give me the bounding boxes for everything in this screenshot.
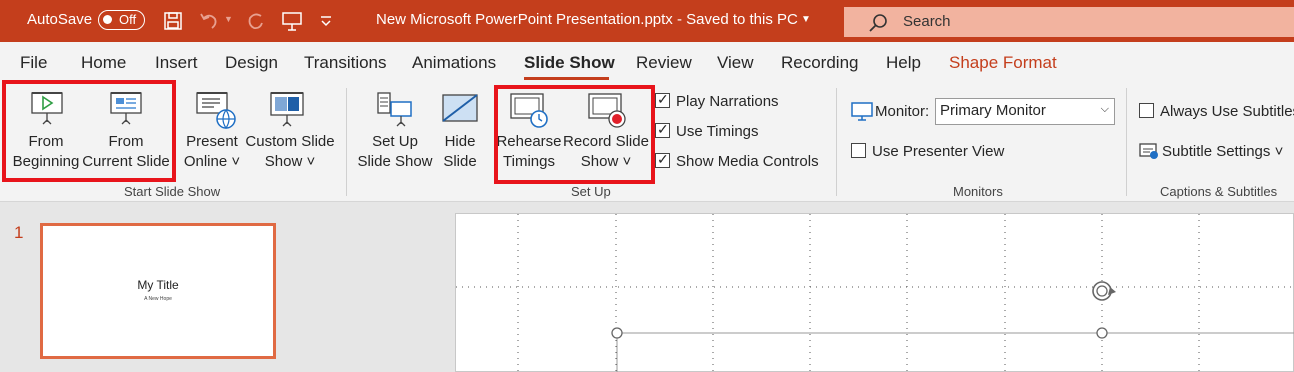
placeholder-border (616, 332, 1294, 372)
show-media-controls-checkbox[interactable]: Show Media Controls (655, 151, 819, 170)
group-label-monitors: Monitors (953, 184, 1003, 199)
save-icon[interactable] (162, 10, 184, 32)
search-box[interactable]: Search (844, 7, 1294, 37)
hide-slide-line2: Slide (443, 153, 477, 170)
search-placeholder: Search (903, 13, 951, 30)
undo-icon[interactable] (198, 10, 220, 32)
play-narrations-checkbox[interactable]: Play Narrations (655, 91, 779, 110)
use-presenter-view-label: Use Presenter View (872, 143, 1005, 160)
present-online-line1: Present (186, 133, 238, 150)
set-up-line1: Set Up (372, 133, 418, 150)
tab-shape-format[interactable]: Shape Format (949, 53, 1057, 73)
custom-slide-show-icon (270, 92, 304, 127)
group-separator (836, 88, 837, 196)
rotate-handle-icon[interactable] (1092, 281, 1116, 301)
use-presenter-view-checkbox[interactable]: Use Presenter View (851, 143, 1004, 160)
slide-canvas[interactable] (455, 213, 1294, 372)
toggle-knob (103, 15, 112, 24)
checkbox-checked-icon (655, 121, 670, 138)
present-online-line2: Online ˅ (183, 153, 241, 170)
tab-insert[interactable]: Insert (155, 53, 198, 73)
slide-canvas-grid (456, 214, 1294, 372)
thumbnail-title: My Title (137, 278, 179, 292)
highlight-start-buttons (2, 80, 176, 182)
chevron-down-icon: ⌵ (1100, 103, 1109, 115)
checkbox-unchecked-icon (1139, 103, 1154, 118)
use-timings-label: Use Timings (676, 123, 759, 140)
slide-thumbnail-pane: 1 My Title A New Hope (0, 203, 302, 372)
active-tab-underline (524, 77, 609, 80)
tab-help[interactable]: Help (886, 53, 921, 73)
group-label-set-up: Set Up (571, 184, 611, 199)
present-online-icon (196, 92, 236, 130)
always-use-subtitles-checkbox[interactable]: Always Use Subtitles (1139, 103, 1294, 120)
customize-qat-icon[interactable] (318, 10, 340, 32)
tab-file[interactable]: File (20, 53, 47, 73)
autosave-state: Off (119, 12, 137, 27)
custom-slide-show-line2: Show ˅ (264, 153, 316, 170)
highlight-setup-buttons (494, 85, 655, 184)
tab-recording[interactable]: Recording (781, 53, 859, 73)
checkbox-checked-icon (655, 91, 670, 108)
autosave-label: AutoSave (27, 11, 93, 28)
checkbox-checked-icon (655, 151, 670, 168)
subtitle-settings-icon (1139, 143, 1158, 159)
custom-slide-show-line1: Custom Slide (245, 133, 335, 150)
subtitle-settings-button[interactable]: Subtitle Settings ˅ (1139, 142, 1283, 160)
subtitle-settings-label: Subtitle Settings ˅ (1162, 143, 1284, 160)
tab-view[interactable]: View (717, 53, 754, 73)
set-up-slide-show-button[interactable]: Set Up Slide Show (354, 82, 436, 178)
group-separator (1126, 88, 1127, 196)
thumbnail-subtitle: A New Hope (144, 296, 172, 302)
monitor-icon (851, 102, 873, 121)
title-bar: AutoSave Off ▼ New Microsoft PowerPoint … (0, 0, 1294, 42)
set-up-line2: Slide Show (357, 153, 433, 170)
play-narrations-label: Play Narrations (676, 93, 779, 110)
checkbox-unchecked-icon (851, 143, 866, 158)
monitor-dropdown[interactable]: Primary Monitor ⌵ (935, 98, 1115, 125)
ribbon-slide-show: From Beginning From Current Slide Presen… (0, 80, 1294, 202)
group-label-captions-subtitles: Captions & Subtitles (1160, 184, 1278, 199)
tab-design[interactable]: Design (225, 53, 278, 73)
group-separator (346, 88, 347, 196)
always-use-subtitles-label: Always Use Subtitles (1160, 103, 1294, 120)
show-media-controls-label: Show Media Controls (676, 153, 819, 170)
hide-slide-icon (442, 94, 478, 122)
set-up-show-icon (377, 92, 412, 127)
slide-number: 1 (14, 223, 24, 242)
redo-icon[interactable] (245, 10, 267, 32)
tab-slide-show[interactable]: Slide Show (524, 53, 615, 73)
search-icon (869, 14, 887, 32)
monitor-dropdown-value: Primary Monitor (940, 102, 1046, 119)
tab-transitions[interactable]: Transitions (304, 53, 387, 73)
ribbon-tabs: File Home Insert Design Transitions Anim… (0, 42, 1294, 82)
autosave-toggle[interactable]: Off (98, 10, 145, 30)
hide-slide-line1: Hide (444, 133, 476, 150)
tab-animations[interactable]: Animations (412, 53, 496, 73)
tab-home[interactable]: Home (81, 53, 126, 73)
present-from-beginning-icon[interactable] (281, 10, 303, 32)
custom-slide-show-button[interactable]: Custom Slide Show ˅ (243, 82, 337, 178)
hide-slide-button[interactable]: Hide Slide (436, 82, 484, 178)
present-online-button[interactable]: Present Online ˅ (176, 82, 248, 178)
resize-handle[interactable] (1096, 327, 1108, 339)
monitor-label: Monitor: (875, 103, 930, 120)
group-label-start-slide-show: Start Slide Show (124, 184, 221, 199)
use-timings-checkbox[interactable]: Use Timings (655, 121, 759, 140)
tab-review[interactable]: Review (636, 53, 692, 73)
title-dropdown-icon[interactable]: ▼ (801, 14, 811, 25)
document-title: New Microsoft PowerPoint Presentation.pp… (376, 11, 798, 28)
gridlines (456, 214, 1294, 372)
undo-dropdown-icon[interactable]: ▼ (224, 14, 233, 24)
slide-thumbnail[interactable]: My Title A New Hope (40, 223, 276, 359)
resize-handle[interactable] (611, 327, 623, 339)
